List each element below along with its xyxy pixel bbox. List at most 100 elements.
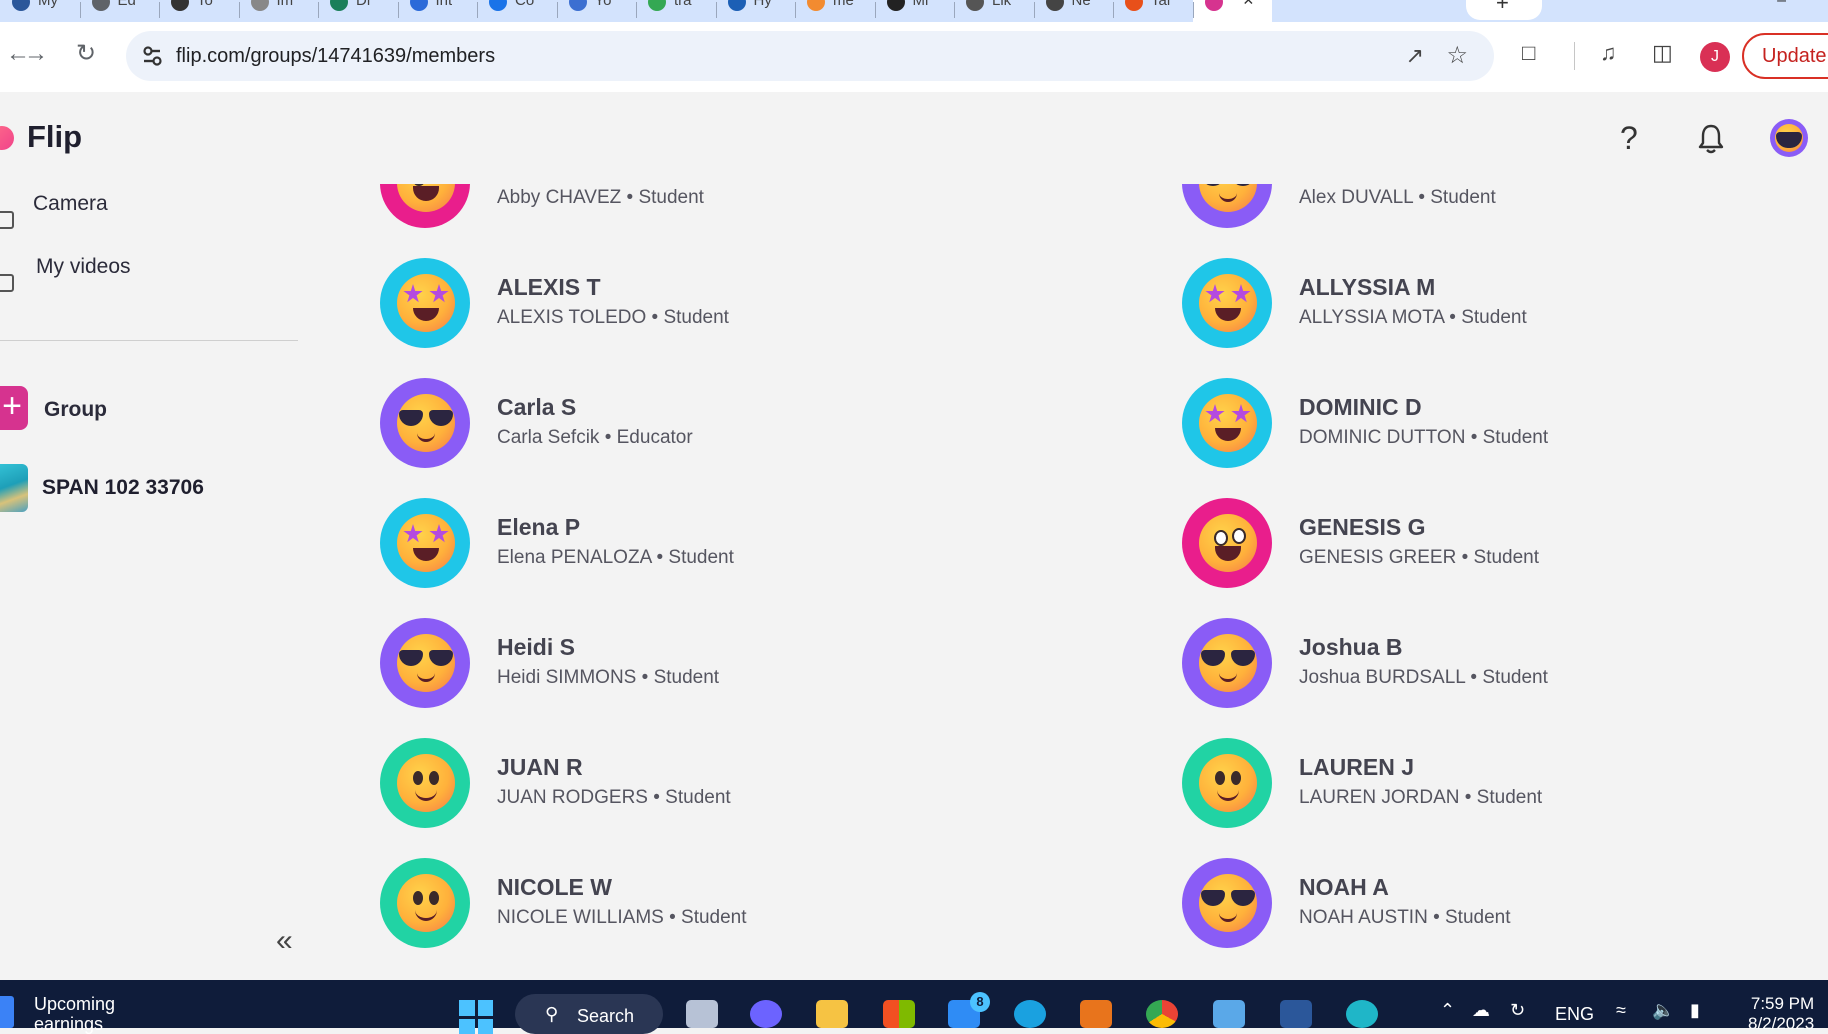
member-avatar[interactable] <box>1182 738 1272 828</box>
browser-tab[interactable]: To <box>159 0 239 22</box>
language-indicator[interactable]: ENG <box>1555 1004 1594 1025</box>
browser-tab[interactable]: Im <box>239 0 319 22</box>
settings-app-icon[interactable] <box>1014 1000 1046 1028</box>
browser-tab[interactable]: Di <box>318 0 398 22</box>
member-avatar[interactable] <box>1182 258 1272 348</box>
member-avatar[interactable] <box>1182 498 1272 588</box>
windows-start-icon[interactable] <box>459 1000 493 1034</box>
media-control-icon[interactable]: ♫ <box>1600 40 1617 66</box>
member-avatar[interactable] <box>380 738 470 828</box>
member-card[interactable]: LAUREN J LAUREN JORDAN • Student <box>1134 738 1828 838</box>
member-card[interactable]: DOMINIC D DOMINIC DUTTON • Student <box>1134 378 1828 478</box>
member-card[interactable]: NOAH A NOAH AUSTIN • Student <box>1134 858 1828 958</box>
add-group-label[interactable]: Group <box>44 398 107 422</box>
share-icon[interactable]: ↗ <box>1406 43 1424 69</box>
member-avatar[interactable] <box>1182 378 1272 468</box>
battery-icon[interactable]: ▮ <box>1690 1000 1700 1021</box>
office-icon[interactable] <box>1080 1000 1112 1028</box>
widgets-icon[interactable] <box>0 996 14 1028</box>
volume-icon[interactable]: 🔈 <box>1652 1000 1674 1021</box>
help-icon[interactable]: ? <box>1620 120 1638 157</box>
task-view-icon[interactable] <box>686 1000 718 1028</box>
file-explorer-icon[interactable] <box>816 1000 848 1028</box>
onedrive-icon[interactable]: ☁ <box>1472 1000 1490 1021</box>
member-card[interactable]: Carla S Carla Sefcik • Educator <box>332 378 1092 478</box>
search-icon: ⚲ <box>545 1004 559 1024</box>
member-card[interactable]: Elena P Elena PENALOZA • Student <box>332 498 1092 598</box>
member-card[interactable]: NICOLE W NICOLE WILLIAMS • Student <box>332 858 1092 958</box>
member-avatar[interactable] <box>380 184 470 228</box>
member-avatar[interactable] <box>380 498 470 588</box>
browser-tab[interactable]: Ne <box>1034 0 1114 22</box>
tab-separator <box>1033 2 1035 18</box>
browser-tab[interactable]: Tal <box>1113 0 1193 22</box>
collapse-sidebar-icon[interactable]: « <box>276 924 293 958</box>
member-avatar[interactable] <box>380 618 470 708</box>
member-avatar[interactable] <box>1182 184 1272 228</box>
flip-logo-icon[interactable] <box>0 126 14 150</box>
member-card[interactable]: Alex DUVALL • Student <box>1134 184 1828 238</box>
member-card[interactable]: Joshua B Joshua BURDSALL • Student <box>1134 618 1828 718</box>
url-text[interactable]: flip.com/groups/14741639/members <box>176 45 495 68</box>
member-avatar[interactable] <box>380 378 470 468</box>
sidebar: Camera My videos + Group SPAN 102 33706 … <box>0 184 332 980</box>
taskbar: Upcoming earnings ⚲ Search 8 ⌃ ☁ ↻ ENG ≈… <box>0 980 1828 1034</box>
member-avatar[interactable] <box>380 858 470 948</box>
browser-tab[interactable]: My <box>0 0 80 22</box>
word-icon[interactable] <box>1280 1000 1312 1028</box>
browser-tab[interactable]: me <box>795 0 875 22</box>
browser-tab[interactable]: tra <box>636 0 716 22</box>
bookmark-star-icon[interactable]: ☆ <box>1446 41 1468 70</box>
sidebar-item-span-102[interactable]: SPAN 102 33706 <box>42 476 204 500</box>
browser-tab[interactable]: Co <box>477 0 557 22</box>
group-thumbnail[interactable] <box>0 464 28 512</box>
app-logo[interactable]: Flip <box>27 119 82 155</box>
edge-icon[interactable] <box>1346 1000 1378 1028</box>
weather-widget[interactable]: Upcoming earnings <box>34 994 115 1034</box>
member-card[interactable]: ALEXIS T ALEXIS TOLEDO • Student <box>332 258 1092 358</box>
member-card[interactable]: GENESIS G GENESIS GREER • Student <box>1134 498 1828 598</box>
member-avatar[interactable] <box>1182 858 1272 948</box>
teams-chat-icon[interactable] <box>750 1000 782 1028</box>
browser-profile-avatar[interactable]: J <box>1700 42 1730 72</box>
taskbar-search[interactable]: ⚲ Search <box>515 994 663 1034</box>
chrome-icon[interactable] <box>1146 1000 1178 1028</box>
sync-icon[interactable]: ↻ <box>1510 1000 1525 1021</box>
browser-tab[interactable]: Int <box>398 0 478 22</box>
member-avatar[interactable] <box>380 258 470 348</box>
browser-tab[interactable]: ✕ <box>1192 0 1272 22</box>
member-avatar[interactable] <box>1182 618 1272 708</box>
add-group-button[interactable]: + <box>0 386 28 430</box>
minimize-button[interactable]: – <box>1777 0 1786 10</box>
browser-tab[interactable]: Ed <box>80 0 160 22</box>
side-panel-icon[interactable]: ◫ <box>1652 40 1673 66</box>
wifi-icon[interactable]: ≈ <box>1616 1000 1626 1021</box>
tab-title: Lik <box>992 0 1012 9</box>
member-fullname-role: NOAH AUSTIN • Student <box>1299 907 1511 928</box>
member-name: Joshua B <box>1299 634 1403 660</box>
close-tab-icon[interactable]: ✕ <box>1243 0 1255 9</box>
member-card[interactable]: Abby CHAVEZ • Student <box>332 184 1092 238</box>
reload-icon[interactable]: ↻ <box>68 36 104 72</box>
extensions-icon[interactable]: □ <box>1522 40 1535 66</box>
browser-tab[interactable]: Lik <box>954 0 1034 22</box>
system-clock[interactable]: 7:59 PM 8/2/2023 <box>1748 994 1814 1034</box>
photos-icon[interactable] <box>1213 1000 1245 1028</box>
site-info-icon[interactable] <box>140 43 166 69</box>
microsoft-store-icon[interactable] <box>883 1000 915 1028</box>
chevron-up-icon[interactable]: ⌃ <box>1440 1000 1455 1021</box>
browser-tab[interactable]: Mi <box>875 0 955 22</box>
member-card[interactable]: JUAN R JUAN RODGERS • Student <box>332 738 1092 838</box>
update-button[interactable]: Update <box>1742 33 1828 79</box>
member-card[interactable]: ALLYSSIA M ALLYSSIA MOTA • Student <box>1134 258 1828 358</box>
forward-arrow-icon[interactable]: → <box>18 36 54 72</box>
new-tab-button[interactable]: + <box>1466 0 1542 20</box>
browser-tab[interactable]: Hy <box>716 0 796 22</box>
member-card[interactable]: Heidi S Heidi SIMMONS • Student <box>332 618 1092 718</box>
address-bar[interactable]: flip.com/groups/14741639/members ↗ ☆ <box>126 31 1494 81</box>
user-avatar[interactable] <box>1770 119 1808 157</box>
tab-favicon-icon <box>171 0 189 11</box>
bell-icon[interactable] <box>1696 122 1726 156</box>
browser-tab[interactable]: Yo <box>557 0 637 22</box>
tab-favicon-icon <box>727 0 746 11</box>
